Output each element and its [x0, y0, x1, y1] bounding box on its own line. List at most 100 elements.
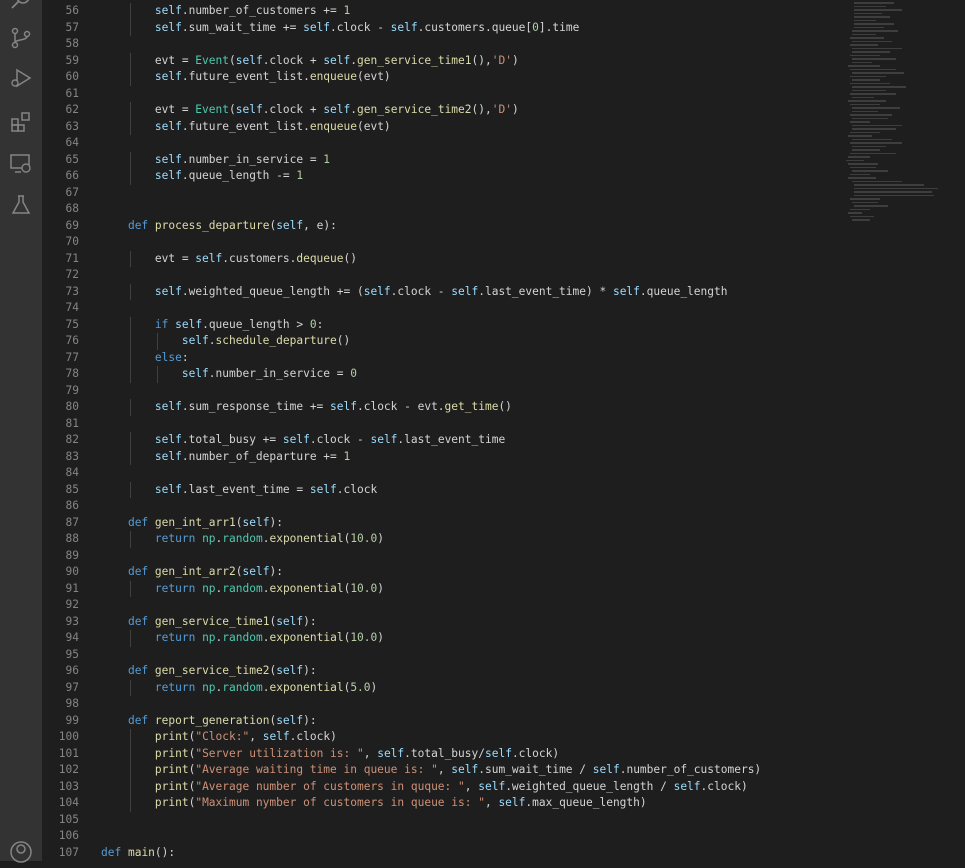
- code-text[interactable]: return np.random.exponential(10.0): [101, 630, 384, 647]
- code-text[interactable]: self.sum_response_time += self.clock - e…: [101, 399, 512, 416]
- code-text[interactable]: self.last_event_time = self.clock: [101, 482, 377, 499]
- code-line[interactable]: 79: [42, 383, 842, 400]
- code-text[interactable]: self.number_in_service = 1: [101, 152, 330, 169]
- code-text[interactable]: self.future_event_list.enqueue(evt): [101, 69, 391, 86]
- code-text[interactable]: self.number_of_departure += 1: [101, 449, 350, 466]
- line-number: 62: [65, 103, 79, 116]
- code-line[interactable]: 105: [42, 812, 842, 829]
- code-line[interactable]: 76 self.schedule_departure(): [42, 333, 842, 350]
- code-line[interactable]: 90 def gen_int_arr2(self):: [42, 564, 842, 581]
- code-line[interactable]: 93 def gen_service_time1(self):: [42, 614, 842, 631]
- code-line[interactable]: 92: [42, 597, 842, 614]
- extensions-icon[interactable]: [9, 110, 33, 134]
- code-text[interactable]: evt = Event(self.clock + self.gen_servic…: [101, 53, 519, 70]
- code-text[interactable]: self.weighted_queue_length += (self.cloc…: [101, 284, 728, 301]
- code-text[interactable]: self.number_in_service = 0: [101, 366, 357, 383]
- search-icon[interactable]: [9, 0, 33, 12]
- code-text[interactable]: self.sum_wait_time += self.clock - self.…: [101, 20, 579, 37]
- code-text[interactable]: evt = self.customers.dequeue(): [101, 251, 357, 268]
- run-debug-icon[interactable]: [9, 66, 33, 90]
- code-line[interactable]: 63 self.future_event_list.enqueue(evt): [42, 119, 842, 136]
- code-line[interactable]: 80 self.sum_response_time += self.clock …: [42, 399, 842, 416]
- code-line[interactable]: 81: [42, 416, 842, 433]
- code-line[interactable]: 82 self.total_busy += self.clock - self.…: [42, 432, 842, 449]
- code-line[interactable]: 65 self.number_in_service = 1: [42, 152, 842, 169]
- code-line[interactable]: 71 evt = self.customers.dequeue(): [42, 251, 842, 268]
- code-text[interactable]: def gen_service_time1(self):: [101, 614, 317, 631]
- code-line[interactable]: 60 self.future_event_list.enqueue(evt): [42, 69, 842, 86]
- code-text[interactable]: print("Maximum nymber of customers in qu…: [101, 795, 647, 812]
- code-line[interactable]: 91 return np.random.exponential(10.0): [42, 581, 842, 598]
- code-line[interactable]: 84: [42, 465, 842, 482]
- code-text[interactable]: def report_generation(self):: [101, 713, 317, 730]
- code-line[interactable]: 70: [42, 234, 842, 251]
- code-line[interactable]: 89: [42, 548, 842, 565]
- code-text[interactable]: def gen_int_arr2(self):: [101, 564, 283, 581]
- account-icon[interactable]: [9, 840, 33, 864]
- code-line[interactable]: 88 return np.random.exponential(10.0): [42, 531, 842, 548]
- code-text[interactable]: else:: [101, 350, 189, 367]
- minimap-line: [852, 170, 888, 172]
- code-line[interactable]: 97 return np.random.exponential(5.0): [42, 680, 842, 697]
- code-text[interactable]: self.future_event_list.enqueue(evt): [101, 119, 391, 136]
- code-line[interactable]: 85 self.last_event_time = self.clock: [42, 482, 842, 499]
- code-line[interactable]: 83 self.number_of_departure += 1: [42, 449, 842, 466]
- code-line[interactable]: 101 print("Server utilization is: ", sel…: [42, 746, 842, 763]
- code-line[interactable]: 59 evt = Event(self.clock + self.gen_ser…: [42, 53, 842, 70]
- code-line[interactable]: 64: [42, 135, 842, 152]
- code-line[interactable]: 66 self.queue_length -= 1: [42, 168, 842, 185]
- code-line[interactable]: 96 def gen_service_time2(self):: [42, 663, 842, 680]
- code-text[interactable]: def gen_service_time2(self):: [101, 663, 317, 680]
- testing-icon[interactable]: [9, 193, 33, 217]
- code-line[interactable]: 78 self.number_in_service = 0: [42, 366, 842, 383]
- code-line[interactable]: 72: [42, 267, 842, 284]
- code-text[interactable]: def process_departure(self, e):: [101, 218, 337, 235]
- code-line[interactable]: 87 def gen_int_arr1(self):: [42, 515, 842, 532]
- code-line[interactable]: 77 else:: [42, 350, 842, 367]
- code-text[interactable]: return np.random.exponential(10.0): [101, 531, 384, 548]
- code-text[interactable]: self.schedule_departure(): [101, 333, 350, 350]
- code-line[interactable]: 104 print("Maximum nymber of customers i…: [42, 795, 842, 812]
- code-line[interactable]: 102 print("Average waiting time in queue…: [42, 762, 842, 779]
- code-text[interactable]: self.queue_length -= 1: [101, 168, 303, 185]
- code-line[interactable]: 74: [42, 300, 842, 317]
- code-line[interactable]: 75 if self.queue_length > 0:: [42, 317, 842, 334]
- code-text[interactable]: evt = Event(self.clock + self.gen_servic…: [101, 102, 519, 119]
- line-number: 78: [65, 367, 79, 380]
- code-line[interactable]: 62 evt = Event(self.clock + self.gen_ser…: [42, 102, 842, 119]
- source-control-icon[interactable]: [9, 26, 33, 50]
- code-text[interactable]: print("Average number of customers in qu…: [101, 779, 748, 796]
- code-line[interactable]: 106: [42, 828, 842, 845]
- code-text[interactable]: print("Server utilization is: ", self.to…: [101, 746, 559, 763]
- code-text[interactable]: return np.random.exponential(5.0): [101, 680, 377, 697]
- minimap-line: [852, 145, 886, 147]
- code-line[interactable]: 103 print("Average number of customers i…: [42, 779, 842, 796]
- code-line[interactable]: 73 self.weighted_queue_length += (self.c…: [42, 284, 842, 301]
- code-line[interactable]: 67: [42, 185, 842, 202]
- code-line[interactable]: 98: [42, 696, 842, 713]
- line-number: 70: [65, 235, 79, 248]
- code-editor[interactable]: 56 self.number_of_customers += 1 57 self.…: [42, 0, 842, 861]
- code-line[interactable]: 56 self.number_of_customers += 1: [42, 3, 842, 20]
- code-text[interactable]: return np.random.exponential(10.0): [101, 581, 384, 598]
- code-line[interactable]: 58: [42, 36, 842, 53]
- code-line[interactable]: 61: [42, 86, 842, 103]
- code-line[interactable]: 107 def main():: [42, 845, 842, 862]
- code-line[interactable]: 94 return np.random.exponential(10.0): [42, 630, 842, 647]
- minimap[interactable]: [842, 0, 952, 861]
- code-line[interactable]: 57 self.sum_wait_time += self.clock - se…: [42, 20, 842, 37]
- remote-explorer-icon[interactable]: [9, 152, 33, 176]
- code-line[interactable]: 100 print("Clock:", self.clock): [42, 729, 842, 746]
- code-line[interactable]: 69 def process_departure(self, e):: [42, 218, 842, 235]
- code-line[interactable]: 86: [42, 498, 842, 515]
- code-text[interactable]: self.number_of_customers += 1: [101, 3, 350, 20]
- code-line[interactable]: 95: [42, 647, 842, 664]
- code-text[interactable]: self.total_busy += self.clock - self.las…: [101, 432, 505, 449]
- code-text[interactable]: def gen_int_arr1(self):: [101, 515, 283, 532]
- code-line[interactable]: 68: [42, 201, 842, 218]
- code-text[interactable]: print("Clock:", self.clock): [101, 729, 337, 746]
- code-text[interactable]: if self.queue_length > 0:: [101, 317, 323, 334]
- code-line[interactable]: 99 def report_generation(self):: [42, 713, 842, 730]
- code-text[interactable]: print("Average waiting time in queue is:…: [101, 762, 761, 779]
- code-text[interactable]: def main():: [101, 845, 175, 862]
